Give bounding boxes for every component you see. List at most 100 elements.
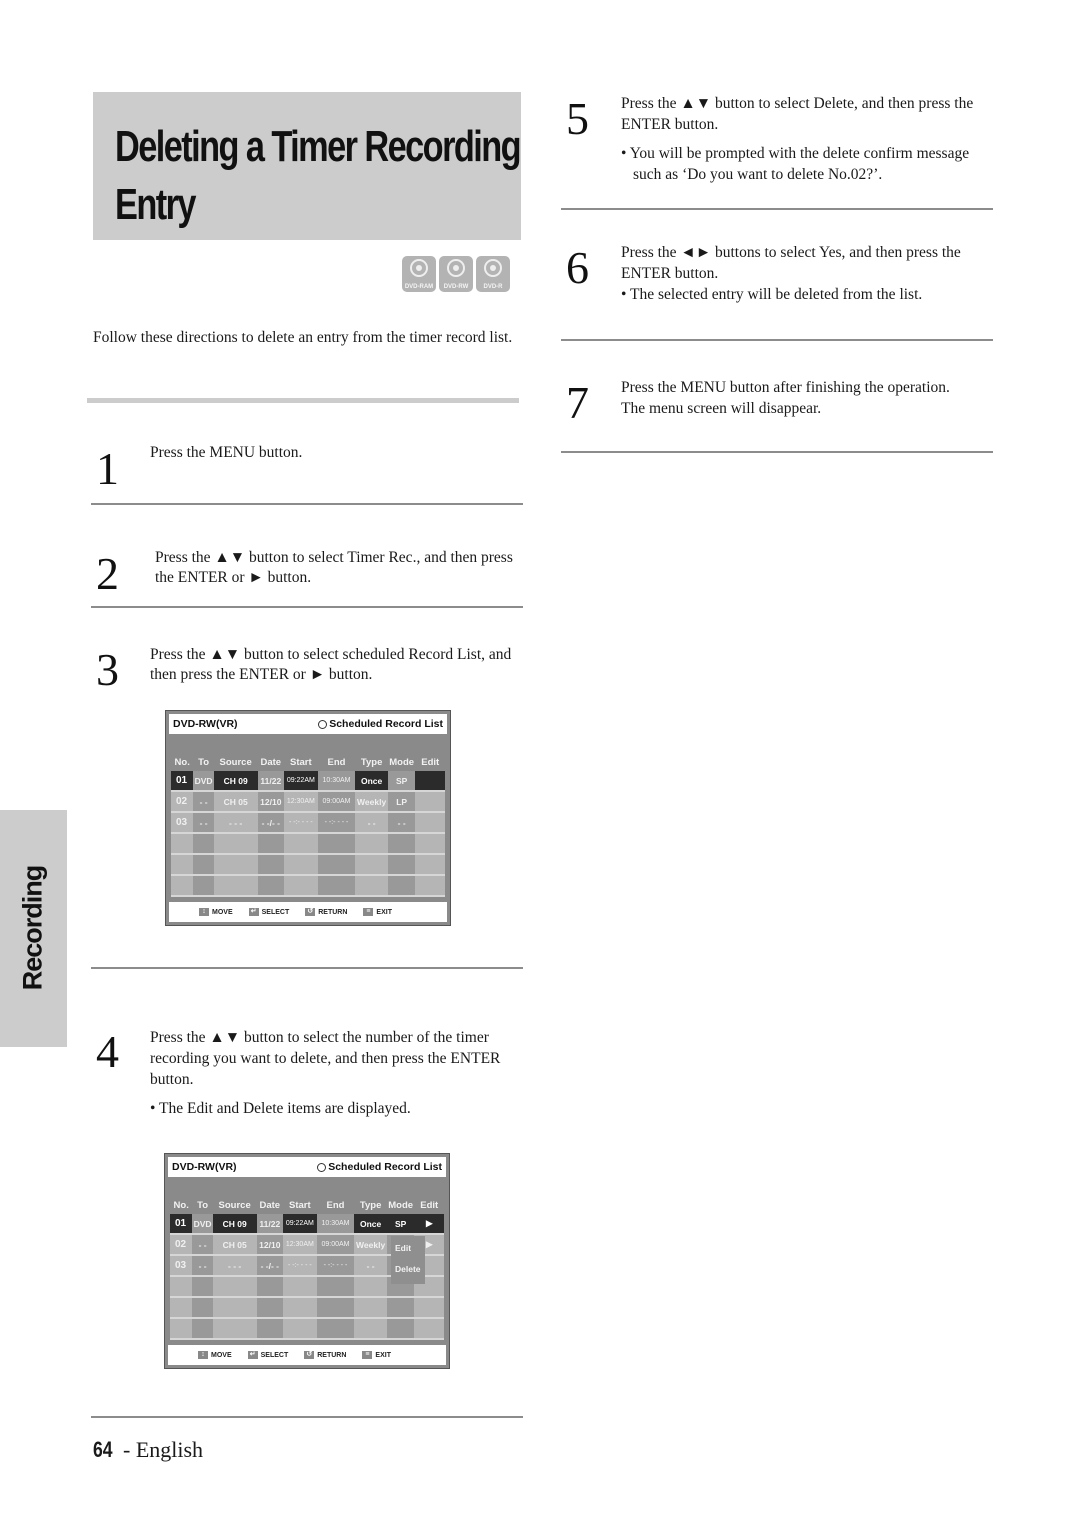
table-cell — [212, 1276, 257, 1298]
table-cell — [171, 833, 194, 855]
table-row[interactable] — [171, 854, 445, 876]
table-cell — [193, 854, 214, 876]
step-number: 5 — [566, 93, 589, 144]
table-cell — [354, 1297, 387, 1319]
table-row[interactable] — [170, 1318, 444, 1340]
footer-key-exit: ≡ EXIT — [362, 1351, 391, 1359]
step-number: 2 — [96, 548, 119, 599]
edit-arrow-icon[interactable]: ▶ — [414, 1214, 444, 1235]
table-cell: 12:30AM — [283, 1234, 317, 1256]
table-cell — [257, 833, 285, 855]
updown-icon: ↕ — [199, 908, 209, 916]
popup-edit-option[interactable]: Edit — [395, 1238, 425, 1259]
page-footer: 64 - English — [93, 1437, 204, 1462]
table-cell — [355, 854, 388, 876]
column-header: Start — [289, 1200, 311, 1211]
enter-icon: ↵ — [247, 1351, 258, 1359]
step-text: Press the ▲▼ button to select the number… — [150, 1029, 501, 1088]
table-cell: DVD — [192, 1214, 213, 1235]
column-header: No. — [174, 757, 190, 768]
table-cell — [317, 875, 356, 897]
language-label: English — [135, 1437, 204, 1462]
table-cell — [387, 875, 416, 897]
table-cell — [193, 875, 214, 897]
step-note: • The selected entry will be deleted fro… — [621, 286, 923, 303]
table-cell — [257, 854, 285, 876]
table-cell: SP — [387, 771, 416, 792]
table-cell — [386, 1318, 415, 1340]
table-cell: 01 — [170, 1214, 193, 1235]
table-cell: - -/- - — [257, 812, 285, 834]
column-header: Edit — [421, 757, 440, 768]
table-cell: CH 09 — [212, 1214, 257, 1235]
table-row[interactable] — [171, 833, 445, 855]
table-cell — [212, 1297, 257, 1319]
divider — [91, 1416, 523, 1418]
table-row[interactable]: 01 DVD CH 09 11/22 09:22AM 10:30AM Once SP — [171, 771, 445, 792]
table-cell: Once — [354, 1214, 387, 1235]
table-cell: 01 — [171, 771, 194, 792]
column-header: Type — [359, 1200, 382, 1211]
enter-icon: ↵ — [248, 908, 259, 916]
table-cell — [415, 812, 445, 834]
footer-key-select: ↵ SELECT — [248, 908, 289, 916]
section-divider — [87, 398, 519, 403]
step-number: 3 — [96, 644, 119, 695]
table-cell: - - — [193, 812, 214, 834]
table-cell — [170, 1297, 193, 1319]
step-text: Press the MENU button. — [150, 444, 303, 461]
table-cell — [317, 833, 356, 855]
section-tab: Recording — [0, 810, 67, 1047]
table-cell — [170, 1276, 193, 1298]
table-cell: - -:- - - - — [283, 1255, 317, 1277]
table-cell: 02 — [170, 1234, 193, 1256]
table-cell: 09:00AM — [316, 1234, 355, 1256]
table-cell — [256, 1297, 284, 1319]
disc-mode: DVD-RW(VR) — [172, 1161, 237, 1173]
osd-header: DVD-RW(VR) Scheduled Record List — [169, 714, 447, 734]
circle-icon — [317, 1162, 327, 1172]
table-cell: 10:30AM — [316, 1214, 355, 1235]
table-cell — [415, 791, 445, 813]
table-cell — [284, 875, 318, 897]
table-cell: CH 09 — [213, 771, 258, 792]
step-note: • The Edit and Delete items are displaye… — [150, 1100, 411, 1117]
osd-scheduled-list-edit: DVD-RW(VR) Scheduled Record List No. To … — [164, 1153, 450, 1369]
osd-header: DVD-RW(VR) Scheduled Record List — [168, 1157, 446, 1177]
step-number: 7 — [566, 377, 589, 428]
table-cell: - - — [192, 1255, 213, 1277]
popup-delete-option[interactable]: Delete — [395, 1259, 425, 1280]
disc-icon — [447, 259, 465, 277]
table-row[interactable]: 03- -- - -- -/- -- -:- - - -- -:- - - --… — [171, 812, 445, 834]
column-header: Source — [218, 1200, 251, 1211]
step-text: Press the ▲▼ button to select Delete, an… — [621, 95, 974, 133]
updown-icon: ↕ — [198, 1351, 208, 1359]
table-cell: 03 — [171, 812, 194, 834]
table-cell: - - — [192, 1234, 213, 1256]
table-cell — [415, 875, 445, 897]
footer-key-select: ↵ SELECT — [247, 1351, 288, 1359]
divider — [91, 503, 523, 505]
footer-key-move: ↕ MOVE — [199, 908, 233, 916]
table-cell: Once — [355, 771, 388, 792]
table-cell — [192, 1318, 213, 1340]
table-cell: Weekly — [355, 791, 388, 813]
table-row[interactable] — [170, 1297, 444, 1319]
table-cell — [213, 854, 258, 876]
table-cell — [316, 1276, 355, 1298]
table-cell: - - — [193, 791, 214, 813]
table-row[interactable]: 02- - CH 05 12/10 12:30AM 09:00AM Weekly LP — [171, 791, 445, 813]
table-row[interactable] — [171, 875, 445, 897]
step-number: 4 — [96, 1026, 119, 1077]
osd-footer: ↕ MOVE ↵ SELECT ↺ RETURN ≡ EXIT — [168, 1345, 446, 1365]
divider — [91, 606, 523, 608]
table-cell — [387, 854, 416, 876]
step-number: 6 — [566, 242, 589, 293]
table-cell — [355, 833, 388, 855]
table-cell: - - — [355, 812, 388, 834]
table-row[interactable]: 01 DVD CH 09 11/22 09:22AM 10:30AM Once SP ▶ — [170, 1214, 444, 1235]
disc-badges: DVD-RAM DVD-RW DVD-R — [402, 256, 510, 292]
table-cell — [213, 875, 258, 897]
table-cell — [256, 1276, 284, 1298]
column-header: End — [327, 757, 346, 768]
